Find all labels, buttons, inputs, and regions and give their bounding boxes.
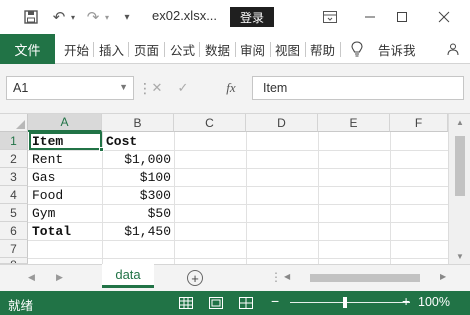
row-header-3[interactable]: 3 (0, 168, 28, 186)
share-icon[interactable] (446, 34, 460, 64)
column-header-e[interactable]: E (318, 114, 390, 132)
scroll-right-icon[interactable]: ▶ (440, 272, 446, 281)
vertical-scroll-thumb[interactable] (455, 136, 465, 196)
gridline (390, 132, 391, 264)
row-header-6[interactable]: 6 (0, 222, 28, 240)
insert-function-icon[interactable]: fx (222, 78, 240, 98)
cell-b6[interactable]: $1,450 (103, 222, 174, 240)
gridline (28, 258, 448, 259)
ribbon-tabs: 文件 开始 插入 页面 公式 数据 审阅 视图 帮助 告诉我 (0, 34, 470, 64)
cell-a4[interactable]: Food (29, 186, 102, 204)
sheet-tabs-bar: ◀ ▶ data + ⋮ ◀ ▶ (0, 264, 470, 291)
tab-file[interactable]: 文件 (0, 34, 55, 64)
name-box-value: A1 (13, 81, 29, 95)
row-header-7[interactable]: 7 (0, 240, 28, 258)
tab-formulas[interactable]: 公式 (170, 34, 195, 64)
more-icon: ⋮ (270, 270, 282, 284)
tab-help[interactable]: 帮助 (310, 34, 335, 64)
vertical-scrollbar[interactable]: ▲ ▼ (448, 114, 470, 264)
maximize-icon[interactable] (392, 7, 412, 27)
cell-a2[interactable]: Rent (29, 150, 102, 168)
cancel-icon[interactable]: ✕ (148, 78, 166, 98)
chevron-down-icon[interactable]: ▼ (119, 82, 128, 92)
cell-b4[interactable]: $300 (103, 186, 174, 204)
customize-toolbar-icon[interactable]: ▾ (120, 7, 134, 27)
sheet-tab-data[interactable]: data (102, 264, 154, 288)
enter-icon[interactable]: ✓ (174, 78, 192, 98)
prev-sheet-icon[interactable]: ◀ (28, 272, 35, 283)
scroll-left-icon[interactable]: ◀ (284, 272, 290, 281)
zoom-in-icon[interactable]: + (402, 293, 410, 309)
tab-separator (93, 42, 94, 57)
undo-dropdown-icon[interactable]: ▾ (68, 7, 78, 27)
column-header-b[interactable]: B (102, 114, 174, 132)
row-header-4[interactable]: 4 (0, 186, 28, 204)
gridline (174, 132, 175, 264)
column-header-a[interactable]: A (28, 114, 102, 132)
gridline (28, 240, 448, 241)
page-break-view-icon[interactable] (236, 294, 256, 312)
status-bar: 就绪 − + 100% (0, 291, 470, 315)
tab-insert[interactable]: 插入 (99, 34, 124, 64)
tab-separator (199, 42, 200, 57)
zoom-slider-thumb[interactable] (343, 297, 347, 308)
column-header-d[interactable]: D (246, 114, 318, 132)
tab-page-layout[interactable]: 页面 (134, 34, 159, 64)
title-bar: ↶ ▾ ↷ ▾ ▾ ex02.xlsx... 登录 (0, 0, 470, 34)
normal-view-icon[interactable] (176, 294, 196, 312)
select-all-corner[interactable] (0, 114, 28, 132)
close-icon[interactable] (434, 7, 454, 27)
row-header-5[interactable]: 5 (0, 204, 28, 222)
gridline (318, 132, 319, 264)
tab-separator (164, 42, 165, 57)
formula-bar: A1 ▼ ⋮ ✕ ✓ fx Item (0, 64, 470, 114)
scroll-up-icon[interactable]: ▲ (449, 118, 470, 127)
horizontal-scroll-thumb[interactable] (310, 274, 420, 282)
cell-b2[interactable]: $1,000 (103, 150, 174, 168)
tab-separator (305, 42, 306, 57)
redo-icon[interactable]: ↷ (84, 7, 102, 27)
tab-separator (340, 42, 341, 57)
login-button[interactable]: 登录 (230, 7, 274, 27)
zoom-level[interactable]: 100% (418, 295, 450, 309)
column-header-c[interactable]: C (174, 114, 246, 132)
minimize-icon[interactable] (360, 7, 380, 27)
save-icon[interactable] (22, 7, 40, 27)
zoom-slider-track[interactable] (290, 302, 410, 303)
lightbulb-icon[interactable] (351, 34, 363, 64)
spreadsheet-grid: A B C D E F 1 2 3 4 5 6 7 8 Item Cost Re… (0, 114, 470, 264)
cell-b5[interactable]: $50 (103, 204, 174, 222)
name-box[interactable]: A1 ▼ (6, 76, 134, 100)
row-header-1[interactable]: 1 (0, 132, 28, 150)
next-sheet-icon[interactable]: ▶ (56, 272, 63, 283)
cell-b1[interactable]: Cost (103, 132, 174, 150)
tab-view[interactable]: 视图 (275, 34, 300, 64)
document-title: ex02.xlsx... (152, 8, 218, 23)
cell-a5[interactable]: Gym (29, 204, 102, 222)
tab-data[interactable]: 数据 (205, 34, 230, 64)
tab-review[interactable]: 审阅 (240, 34, 265, 64)
tab-separator (128, 42, 129, 57)
cell-a3[interactable]: Gas (29, 168, 102, 186)
tab-separator (270, 42, 271, 57)
redo-dropdown-icon[interactable]: ▾ (102, 7, 112, 27)
tab-home[interactable]: 开始 (64, 34, 89, 64)
row-header-2[interactable]: 2 (0, 150, 28, 168)
ribbon-display-options-icon[interactable] (320, 7, 340, 27)
active-cell-border (29, 132, 102, 150)
add-sheet-icon[interactable]: + (187, 270, 203, 286)
tab-separator (235, 42, 236, 57)
tell-me-search[interactable]: 告诉我 (378, 34, 416, 64)
page-layout-view-icon[interactable] (206, 294, 226, 312)
fill-handle[interactable] (99, 147, 104, 152)
zoom-out-icon[interactable]: − (271, 293, 279, 309)
undo-icon[interactable]: ↶ (50, 7, 68, 27)
status-text: 就绪 (8, 299, 34, 313)
gridline (246, 132, 247, 264)
scroll-down-icon[interactable]: ▼ (449, 252, 470, 261)
column-header-f[interactable]: F (390, 114, 448, 132)
formula-input[interactable]: Item (252, 76, 464, 100)
cell-a6[interactable]: Total (29, 222, 102, 240)
cell-b3[interactable]: $100 (103, 168, 174, 186)
